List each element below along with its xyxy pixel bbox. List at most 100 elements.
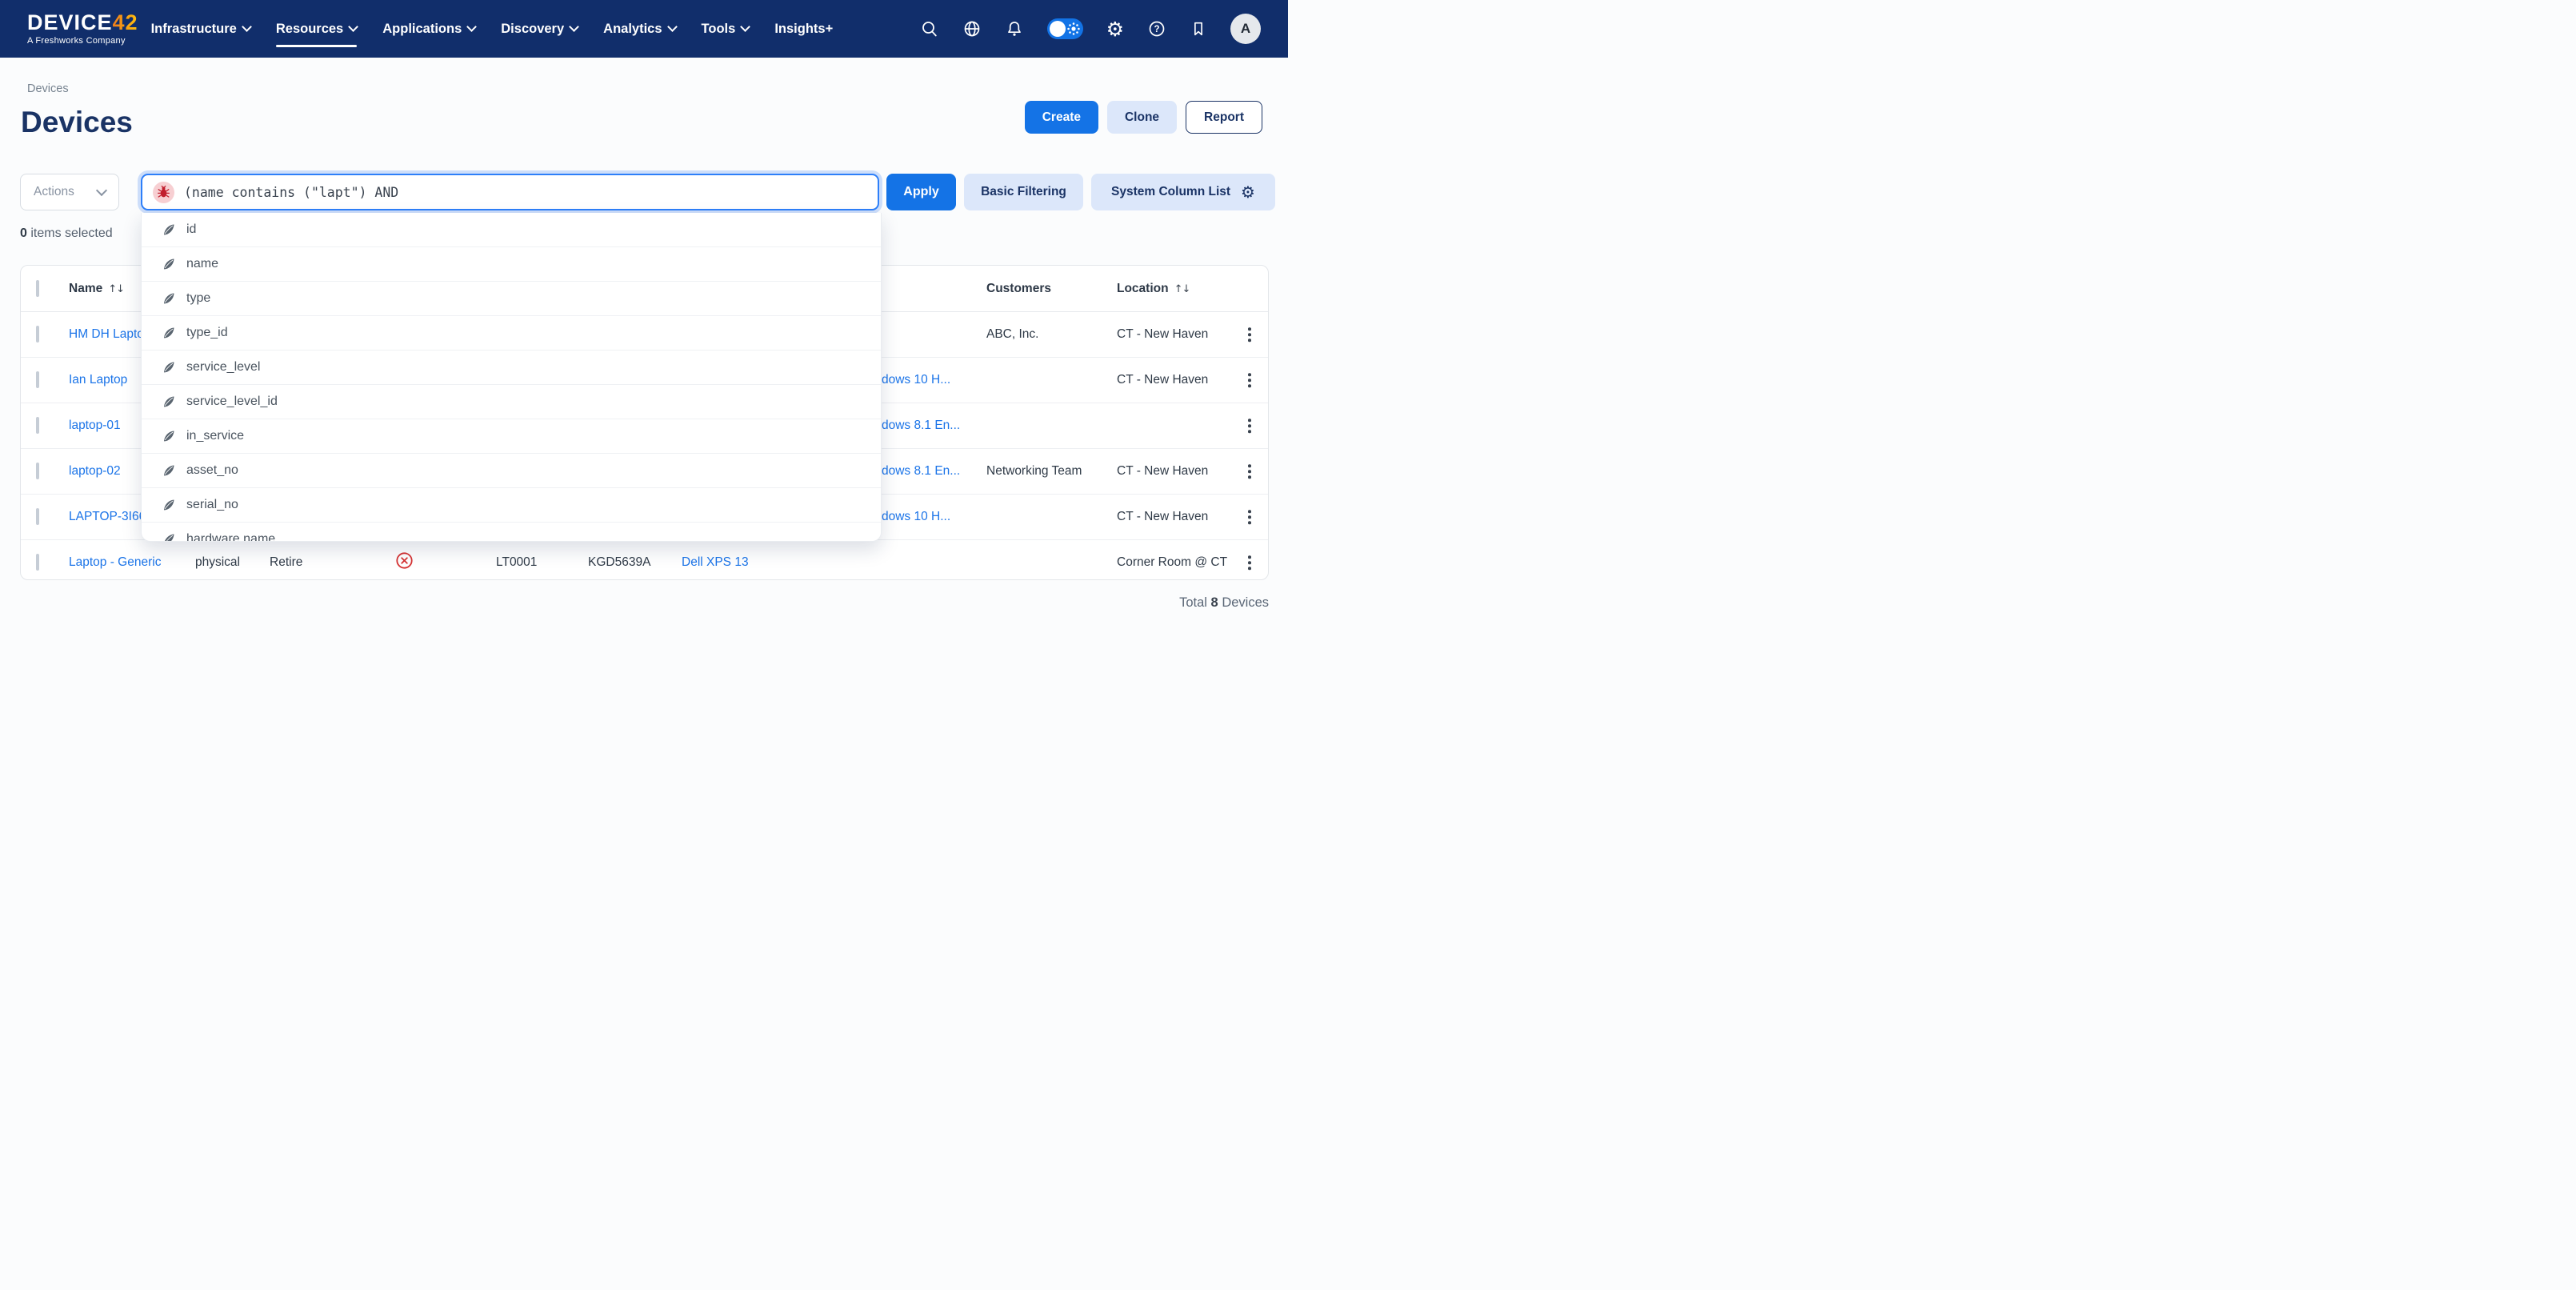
location-cell: CT - New Haven: [1117, 510, 1208, 524]
selected-text: items selected: [30, 226, 112, 240]
chevron-down-icon: [740, 22, 750, 32]
selected-count: 0: [20, 226, 27, 240]
gear-icon: ⚙: [1241, 184, 1255, 200]
globe-icon[interactable]: [962, 19, 982, 38]
nav-item-insights[interactable]: Insights+: [774, 0, 833, 58]
logo-subtitle: A Freshworks Company: [27, 36, 138, 46]
device-name-link[interactable]: LAPTOP-3I66: [69, 510, 146, 524]
filter-suggestion-in-service[interactable]: in_service: [142, 419, 881, 454]
nav-item-tools[interactable]: Tools: [702, 0, 750, 58]
navbar-actions: ⚙ ? A: [920, 14, 1261, 44]
os-link[interactable]: dows 8.1 En...: [882, 464, 960, 479]
nav-item-resources[interactable]: Resources: [276, 0, 357, 58]
os-link[interactable]: dows 10 H...: [882, 373, 950, 387]
filter-suggestion-type[interactable]: type: [142, 282, 881, 316]
filter-suggestion-service-level-id[interactable]: service_level_id: [142, 385, 881, 419]
total-count: 8: [1211, 595, 1218, 610]
row-menu-kebab-icon[interactable]: [1245, 370, 1254, 391]
actions-dropdown[interactable]: Actions: [20, 174, 119, 210]
sun-icon: [1067, 22, 1080, 35]
row-menu-kebab-icon[interactable]: [1245, 415, 1254, 436]
bell-icon[interactable]: [1005, 19, 1024, 38]
row-menu-kebab-icon[interactable]: [1245, 324, 1254, 345]
chevron-down-icon: [466, 22, 477, 32]
table-row: Laptop - Generic physical Retire LT0001 …: [21, 540, 1268, 585]
location-cell: Corner Room @ CT: [1117, 555, 1227, 570]
gear-icon[interactable]: ⚙: [1106, 19, 1124, 39]
device42-app: DEVICE42 A Freshworks Company Infrastruc…: [0, 0, 1288, 645]
location-cell: CT - New Haven: [1117, 373, 1208, 387]
chevron-down-icon: [667, 22, 678, 32]
apply-button[interactable]: Apply: [886, 174, 956, 210]
svg-text:?: ?: [1154, 25, 1159, 34]
search-icon[interactable]: [920, 19, 939, 38]
filter-suggestion-id[interactable]: id: [142, 213, 881, 247]
os-link[interactable]: dows 10 H...: [882, 510, 950, 524]
serial-no-cell: KGD5639A: [588, 555, 650, 570]
clone-button[interactable]: Clone: [1107, 101, 1177, 134]
nav-item-analytics[interactable]: Analytics: [603, 0, 675, 58]
top-navbar: DEVICE42 A Freshworks Company Infrastruc…: [0, 0, 1288, 58]
sort-icon[interactable]: ↑↓: [1174, 283, 1190, 295]
column-header-name[interactable]: Name↑↓: [69, 282, 124, 296]
total-devices-summary: Total 8 Devices: [1179, 595, 1269, 611]
filter-suggestion-name[interactable]: name: [142, 247, 881, 282]
report-button[interactable]: Report: [1186, 101, 1262, 134]
device-name-link[interactable]: laptop-02: [69, 464, 121, 479]
filter-suggestion-asset-no[interactable]: asset_no: [142, 454, 881, 488]
location-cell: CT - New Haven: [1117, 464, 1208, 479]
row-checkbox[interactable]: [36, 417, 39, 434]
row-menu-kebab-icon[interactable]: [1245, 461, 1254, 482]
device42-logo[interactable]: DEVICE42 A Freshworks Company: [27, 12, 138, 46]
main-nav: Infrastructure Resources Applications Di…: [151, 0, 834, 58]
selected-summary: 0 items selected: [20, 226, 113, 241]
system-column-list-button[interactable]: System Column List ⚙: [1091, 174, 1275, 210]
filter-suggestion-service-level[interactable]: service_level: [142, 351, 881, 385]
filter-suggestion-type-id[interactable]: type_id: [142, 316, 881, 351]
theme-toggle[interactable]: [1047, 18, 1083, 39]
device-name-link[interactable]: laptop-01: [69, 419, 121, 433]
bookmark-icon[interactable]: [1190, 20, 1207, 38]
page-title: Devices: [21, 106, 133, 139]
filter-suggestions-dropdown: id name type type_id service_level servi…: [141, 213, 882, 542]
nav-item-applications[interactable]: Applications: [382, 0, 475, 58]
filter-suggestion-serial-no[interactable]: serial_no: [142, 488, 881, 523]
chevron-down-icon: [569, 22, 579, 32]
asset-no-cell: LT0001: [496, 555, 537, 570]
row-checkbox[interactable]: [36, 326, 39, 343]
filter-query-input[interactable]: (name contains ("lapt") AND: [141, 174, 879, 210]
user-avatar[interactable]: A: [1230, 14, 1261, 44]
help-icon[interactable]: ?: [1147, 19, 1166, 38]
row-checkbox[interactable]: [36, 371, 39, 388]
nav-item-discovery[interactable]: Discovery: [501, 0, 578, 58]
row-menu-kebab-icon[interactable]: [1245, 507, 1254, 527]
type-cell: physical: [195, 555, 240, 570]
nav-item-infrastructure[interactable]: Infrastructure: [151, 0, 250, 58]
row-menu-kebab-icon[interactable]: [1245, 552, 1254, 573]
filter-suggestion-hardware-name[interactable]: hardware.name: [142, 523, 881, 542]
column-header-customers[interactable]: Customers: [986, 282, 1051, 296]
customers-cell: Networking Team: [986, 464, 1082, 479]
row-checkbox[interactable]: [36, 463, 39, 479]
breadcrumb[interactable]: Devices: [27, 82, 69, 95]
actions-dropdown-label: Actions: [34, 185, 74, 199]
chevron-down-icon: [96, 185, 107, 196]
location-cell: CT - New Haven: [1117, 327, 1208, 342]
row-checkbox[interactable]: [36, 508, 39, 525]
system-column-list-label: System Column List: [1111, 185, 1230, 199]
device-name-link[interactable]: Laptop - Generic: [69, 555, 161, 570]
basic-filtering-button[interactable]: Basic Filtering: [964, 174, 1083, 210]
logo-wordmark: DEVICE42: [27, 12, 138, 34]
device-name-link[interactable]: Ian Laptop: [69, 373, 127, 387]
select-all-checkbox[interactable]: [36, 280, 39, 297]
row-checkbox[interactable]: [36, 554, 39, 571]
chevron-down-icon: [242, 22, 252, 32]
sort-icon[interactable]: ↑↓: [108, 283, 124, 295]
hardware-link[interactable]: Dell XPS 13: [682, 555, 749, 570]
device-name-link[interactable]: HM DH Lapto: [69, 327, 144, 342]
column-header-location[interactable]: Location↑↓: [1117, 282, 1190, 296]
page-action-buttons: Create Clone Report: [1025, 101, 1262, 134]
create-button[interactable]: Create: [1025, 101, 1098, 134]
bug-icon: [153, 182, 174, 203]
os-link[interactable]: dows 8.1 En...: [882, 419, 960, 433]
